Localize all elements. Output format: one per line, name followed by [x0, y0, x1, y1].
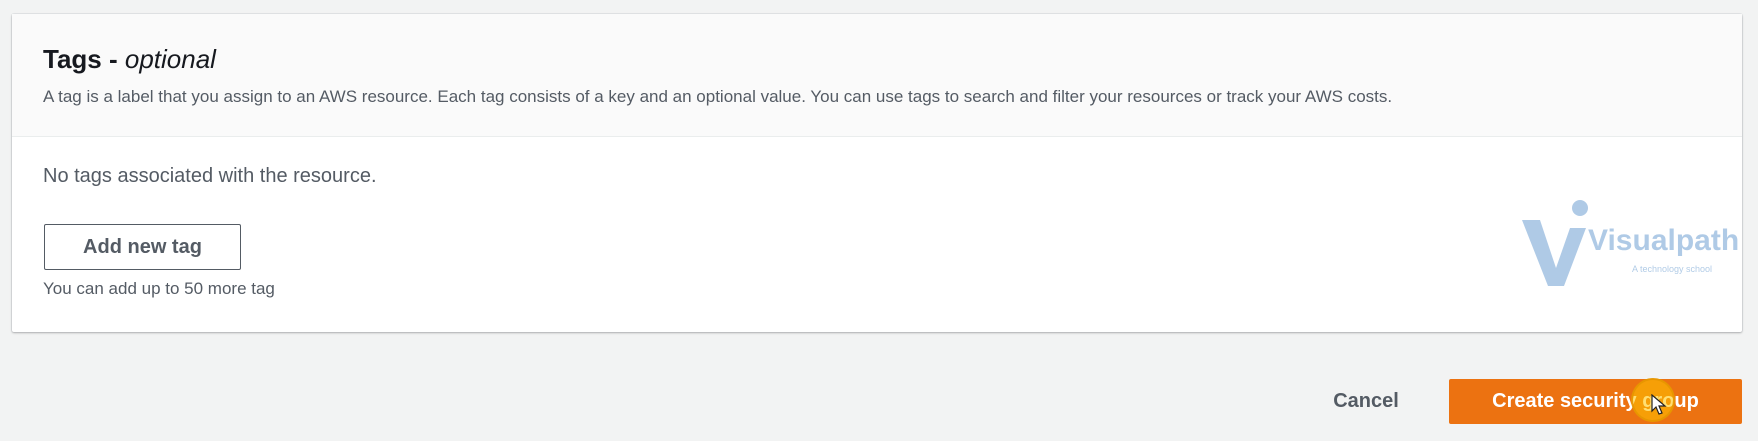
- tags-panel-title: Tags - optional: [43, 44, 216, 75]
- tags-panel-header: Tags - optional A tag is a label that yo…: [12, 14, 1742, 137]
- watermark-brand-name: Visualpath: [1588, 224, 1740, 257]
- tags-panel-description: A tag is a label that you assign to an A…: [43, 87, 1393, 106]
- add-new-tag-button[interactable]: Add new tag: [44, 224, 241, 270]
- create-security-group-button[interactable]: Create security group: [1449, 379, 1742, 424]
- no-tags-message: No tags associated with the resource.: [43, 165, 377, 187]
- tags-title-text: Tags -: [43, 44, 125, 74]
- tag-limit-message: You can add up to 50 more tag: [43, 279, 275, 298]
- cancel-button[interactable]: Cancel: [1316, 380, 1416, 422]
- watermark-tagline: A technology school: [1632, 264, 1713, 274]
- visualpath-watermark: Visualpath A technology school: [1520, 198, 1752, 288]
- tags-title-optional: optional: [124, 44, 216, 74]
- tags-panel: Tags - optional A tag is a label that yo…: [12, 14, 1742, 332]
